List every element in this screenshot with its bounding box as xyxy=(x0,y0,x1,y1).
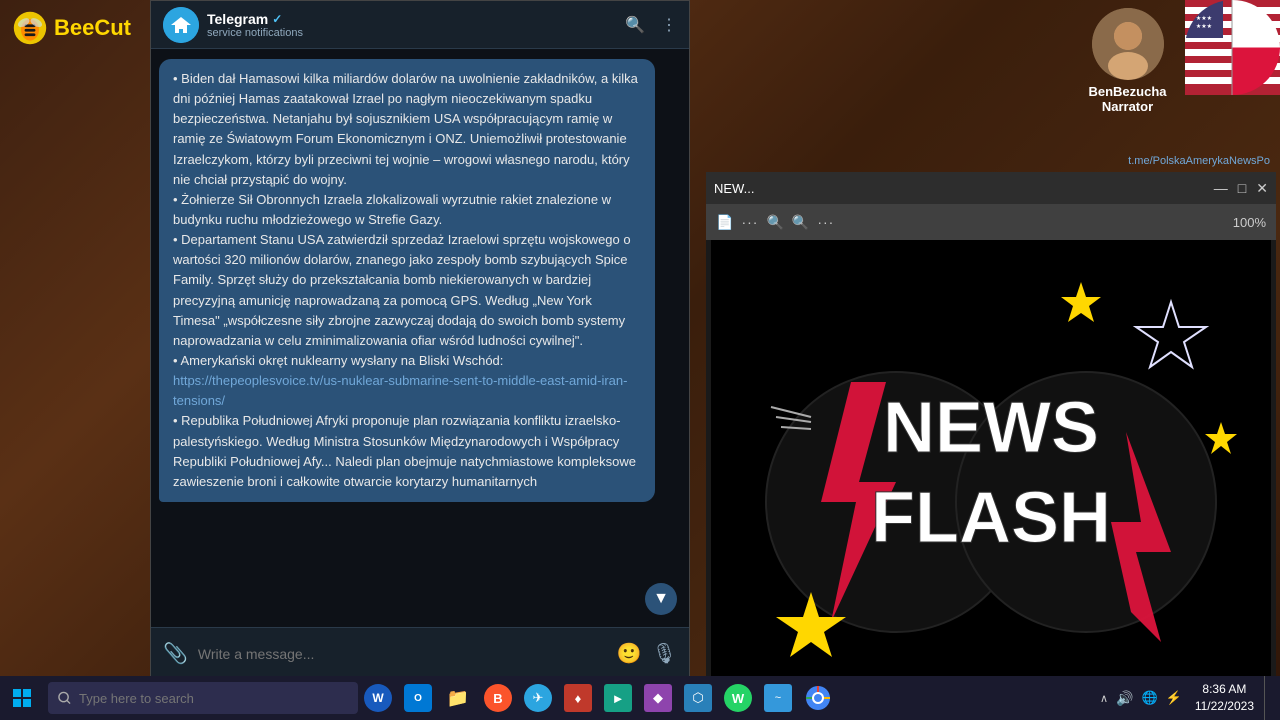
svg-text:NEWS: NEWS xyxy=(883,388,1099,468)
narrator-name: BenBezucha Narrator xyxy=(1088,84,1166,114)
message-text-2: • Żołnierze Sił Obronnych Izraela zlokal… xyxy=(173,192,611,227)
message-text-5: • Republika Południowej Afryki proponuje… xyxy=(173,413,636,488)
bee-icon xyxy=(12,10,48,46)
chevron-down-icon: ▼ xyxy=(653,590,669,608)
svg-text:★★★: ★★★ xyxy=(1196,15,1212,22)
message-link[interactable]: https://thepeoplesvoice.tv/us-nuklear-su… xyxy=(173,373,627,408)
pdf-zoom-level: 100% xyxy=(1233,215,1266,230)
start-button[interactable] xyxy=(0,676,44,720)
tg-channel-name: Telegram ✓ xyxy=(207,11,617,27)
show-desktop-button[interactable] xyxy=(1264,676,1272,720)
taskbar-chrome[interactable] xyxy=(798,676,838,720)
channel-link[interactable]: t.me/PolskaAmerykaNewsPo xyxy=(1128,155,1270,167)
pdf-content-area: NEWS FLASH xyxy=(706,240,1276,680)
scroll-down-button[interactable]: ▼ xyxy=(645,583,677,615)
pdf-more-1[interactable]: ··· xyxy=(741,214,758,230)
message-bubble: • Biden dał Hamasowi kilka miliardów dol… xyxy=(159,59,655,502)
svg-text:FLASH: FLASH xyxy=(871,478,1111,558)
telegram-input-bar: 📎 🙂 🎙 xyxy=(151,627,689,679)
show-hidden-icons[interactable]: ∧ xyxy=(1097,692,1111,705)
taskbar-app9[interactable]: ⬡ xyxy=(678,676,718,720)
emoji-icon[interactable]: 🙂 xyxy=(617,641,642,666)
pdf-window-controls: — □ ✕ xyxy=(1214,180,1268,197)
taskbar-explorer[interactable]: 📁 xyxy=(438,676,478,720)
telegram-messages[interactable]: • Biden dał Hamasowi kilka miliardów dol… xyxy=(151,49,689,627)
clock-time: 8:36 AM xyxy=(1202,681,1246,698)
taskbar-app6[interactable]: ♦ xyxy=(558,676,598,720)
system-clock[interactable]: 8:36 AM 11/22/2023 xyxy=(1187,681,1262,715)
tg-search-icon[interactable]: 🔍 xyxy=(625,15,645,35)
svg-text:★★★: ★★★ xyxy=(1196,23,1212,30)
pdf-close-button[interactable]: ✕ xyxy=(1256,180,1268,197)
taskbar-app-icons: W O 📁 B ✈ ♦ ► ◆ ⬡ xyxy=(358,676,838,720)
taskbar-app7[interactable]: ► xyxy=(598,676,638,720)
pdf-maximize-button[interactable]: □ xyxy=(1238,180,1246,196)
flag-circle: ★★★ ★★★ xyxy=(1185,0,1280,95)
message-text-1: • Biden dał Hamasowi kilka miliardów dol… xyxy=(173,71,638,187)
taskbar-app11[interactable]: ~ xyxy=(758,676,798,720)
taskbar-app8[interactable]: ◆ xyxy=(638,676,678,720)
pdf-zoom-in-icon[interactable]: 🔍 xyxy=(792,214,809,231)
windows-icon xyxy=(12,688,32,708)
pdf-toolbar: 📄 ··· 🔍 🔍 ··· 100% xyxy=(706,204,1276,240)
taskbar-brave[interactable]: B xyxy=(478,676,518,720)
tg-channel-avatar xyxy=(163,7,199,43)
taskbar-search-input[interactable] xyxy=(79,691,348,706)
message-input[interactable] xyxy=(198,646,607,662)
tg-header-icons: 🔍 ⋮ xyxy=(625,15,677,35)
pdf-title: NEW... xyxy=(714,181,1208,196)
notification-area: ∧ 🔊 🌐 ⚡ xyxy=(1097,690,1185,707)
taskbar-whatsapp[interactable]: W xyxy=(718,676,758,720)
battery-icon[interactable]: ⚡ xyxy=(1163,690,1185,706)
clock-date: 11/22/2023 xyxy=(1195,698,1254,715)
pdf-page-icon: 📄 xyxy=(716,214,733,231)
narrator-profile: BenBezucha Narrator xyxy=(1070,0,1185,114)
message-text-3: • Departament Stanu USA zatwierdził sprz… xyxy=(173,232,631,348)
tg-header-title-area: Telegram ✓ service notifications xyxy=(207,11,617,39)
pdf-zoom-out-icon[interactable]: 🔍 xyxy=(766,214,783,231)
network-icon[interactable]: 🌐 xyxy=(1138,690,1160,706)
pdf-titlebar: NEW... — □ ✕ xyxy=(706,172,1276,204)
pdf-minimize-button[interactable]: — xyxy=(1214,180,1228,196)
narrator-avatar xyxy=(1092,8,1164,80)
volume-icon[interactable]: 🔊 xyxy=(1113,690,1136,707)
tg-channel-subtitle: service notifications xyxy=(207,27,617,39)
chrome-icon xyxy=(805,685,831,711)
verified-badge: ✓ xyxy=(272,12,282,26)
news-flash-graphic: NEWS FLASH xyxy=(711,240,1271,680)
beecut-logo: BeeCut xyxy=(12,10,131,46)
pdf-more-2[interactable]: ··· xyxy=(817,214,834,230)
telegram-window: Telegram ✓ service notifications 🔍 ⋮ • B… xyxy=(150,0,690,680)
taskbar: W O 📁 B ✈ ♦ ► ◆ ⬡ xyxy=(0,676,1280,720)
taskbar-telegram[interactable]: ✈ xyxy=(518,676,558,720)
taskbar-word[interactable]: W xyxy=(358,676,398,720)
beecut-title: BeeCut xyxy=(54,15,131,41)
taskbar-search-bar[interactable] xyxy=(48,682,358,714)
mic-icon[interactable]: 🎙 xyxy=(652,641,677,666)
system-tray: ∧ 🔊 🌐 ⚡ 8:36 AM 11/22/2023 xyxy=(1097,676,1280,720)
message-text-4: • Amerykański okręt nuklearny wysłany na… xyxy=(173,353,503,368)
tg-more-icon[interactable]: ⋮ xyxy=(661,15,677,35)
attach-icon[interactable]: 📎 xyxy=(163,641,188,666)
taskbar-search-icon xyxy=(58,691,71,705)
telegram-header: Telegram ✓ service notifications 🔍 ⋮ xyxy=(151,1,689,49)
taskbar-outlook[interactable]: O xyxy=(398,676,438,720)
pdf-viewer-window: NEW... — □ ✕ 📄 ··· 🔍 🔍 ··· 100% xyxy=(706,172,1276,680)
